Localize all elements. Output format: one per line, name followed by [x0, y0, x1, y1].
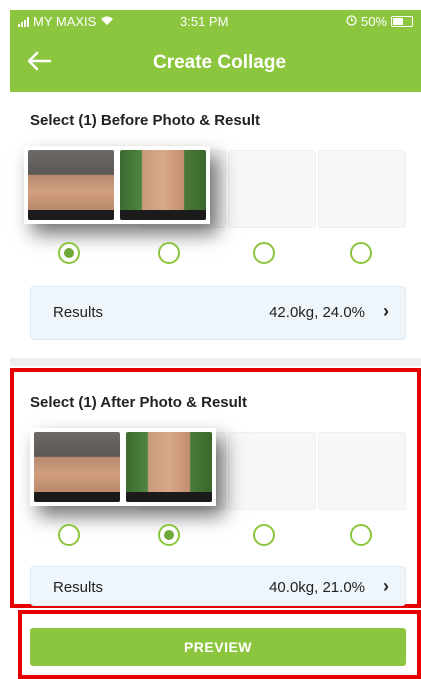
before-photo-slot-4[interactable]	[318, 150, 406, 228]
after-results-value: 40.0kg, 21.0%	[269, 579, 365, 596]
carrier-name: MY MAXIS	[33, 14, 97, 29]
nav-bar: Create Collage	[10, 36, 421, 92]
after-radio-1[interactable]	[58, 524, 80, 546]
after-photo-1[interactable]	[34, 432, 120, 502]
after-photo-strip	[30, 428, 216, 506]
battery-info: 50%	[346, 14, 413, 29]
chevron-right-icon: ›	[383, 576, 389, 596]
carrier-info: MY MAXIS	[18, 14, 114, 29]
signal-icon	[18, 16, 29, 27]
before-photo-strip	[24, 146, 210, 224]
alarm-icon	[346, 14, 357, 29]
collage-content: Select (1) Before Photo & Result Results…	[10, 92, 421, 679]
after-radio-3[interactable]	[253, 524, 275, 546]
after-radio-2[interactable]	[158, 524, 180, 546]
battery-icon	[391, 16, 413, 27]
before-results-row[interactable]: Results 42.0kg, 24.0% ›	[30, 286, 406, 340]
page-title: Create Collage	[152, 52, 287, 73]
before-photo-slot-3[interactable]	[228, 150, 316, 228]
before-radio-1[interactable]	[58, 242, 80, 264]
after-photo-slot-3[interactable]	[228, 432, 316, 510]
chevron-right-icon: ›	[383, 301, 389, 321]
before-results-value: 42.0kg, 24.0%	[269, 304, 365, 321]
status-time: 3:51 PM	[180, 14, 229, 29]
preview-button[interactable]: PREVIEW	[30, 628, 406, 666]
after-radio-4[interactable]	[350, 524, 372, 546]
after-photo-2[interactable]	[126, 432, 212, 502]
battery-percent: 50%	[360, 14, 387, 29]
wifi-icon	[100, 14, 114, 29]
before-radio-4[interactable]	[350, 242, 372, 264]
after-photo-slot-4[interactable]	[318, 432, 406, 510]
before-photo-1[interactable]	[28, 150, 114, 220]
before-photo-2[interactable]	[120, 150, 206, 220]
before-results-label: Results	[53, 304, 104, 321]
before-section-title: Select (1) Before Photo & Result	[30, 112, 261, 129]
after-results-row[interactable]: Results 40.0kg, 21.0% ›	[30, 566, 406, 606]
before-radio-2[interactable]	[158, 242, 180, 264]
section-divider	[10, 358, 421, 366]
after-results-label: Results	[53, 579, 104, 596]
before-radio-3[interactable]	[253, 242, 275, 264]
after-section-title: Select (1) After Photo & Result	[30, 394, 247, 411]
